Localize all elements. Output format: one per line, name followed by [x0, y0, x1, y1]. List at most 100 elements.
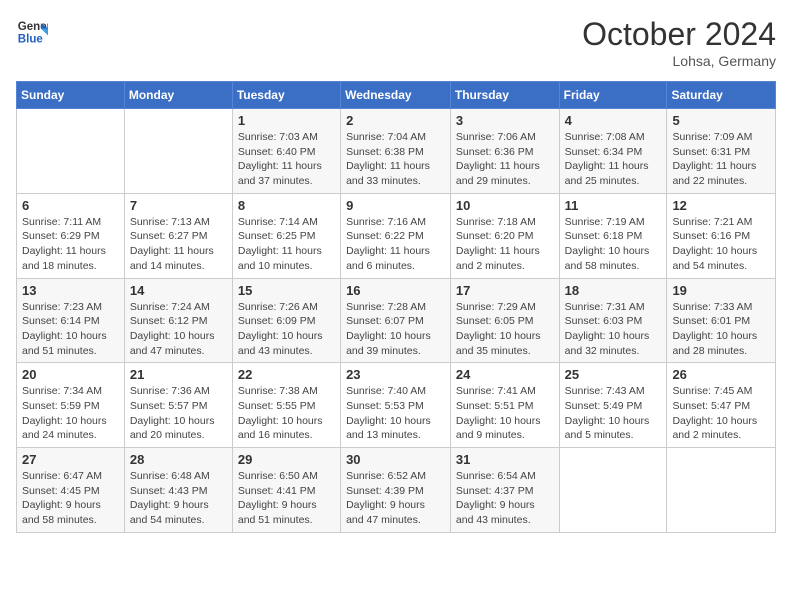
- weekday-header-saturday: Saturday: [667, 82, 776, 109]
- month-title: October 2024: [582, 16, 776, 53]
- svg-text:Blue: Blue: [18, 34, 44, 46]
- calendar-cell: 8 Sunrise: 7:14 AM Sunset: 6:25 PM Daylig…: [232, 193, 340, 278]
- day-info: Sunrise: 7:16 AM Sunset: 6:22 PM Dayligh…: [346, 215, 445, 274]
- day-info: Sunrise: 7:34 AM Sunset: 5:59 PM Dayligh…: [22, 384, 119, 443]
- calendar-cell: 2 Sunrise: 7:04 AM Sunset: 6:38 PM Daylig…: [341, 109, 451, 194]
- calendar-cell: 12Sunrise: 7:21 AM Sunset: 6:16 PM Dayli…: [667, 193, 776, 278]
- calendar-cell: [559, 448, 667, 533]
- day-info: Sunrise: 7:40 AM Sunset: 5:53 PM Dayligh…: [346, 384, 445, 443]
- day-info: Sunrise: 6:54 AM Sunset: 4:37 PM Dayligh…: [456, 469, 554, 528]
- day-info: Sunrise: 7:08 AM Sunset: 6:34 PM Dayligh…: [565, 130, 662, 189]
- day-info: Sunrise: 7:13 AM Sunset: 6:27 PM Dayligh…: [130, 215, 227, 274]
- calendar-cell: 24 Sunrise: 7:41 AM Sunset: 5:51 PM Dayli…: [450, 363, 559, 448]
- day-info: Sunrise: 7:04 AM Sunset: 6:38 PM Dayligh…: [346, 130, 445, 189]
- day-info: Sunrise: 7:41 AM Sunset: 5:51 PM Dayligh…: [456, 384, 554, 443]
- calendar-cell: 18Sunrise: 7:31 AM Sunset: 6:03 PM Dayli…: [559, 278, 667, 363]
- calendar-cell: 11Sunrise: 7:19 AM Sunset: 6:18 PM Dayli…: [559, 193, 667, 278]
- day-number: 24: [456, 367, 554, 382]
- day-number: 31: [456, 452, 554, 467]
- day-info: Sunrise: 6:48 AM Sunset: 4:43 PM Dayligh…: [130, 469, 227, 528]
- calendar-cell: [17, 109, 125, 194]
- calendar-table: SundayMondayTuesdayWednesdayThursdayFrid…: [16, 81, 776, 533]
- day-number: 8: [238, 198, 335, 213]
- title-section: October 2024 Lohsa, Germany: [582, 16, 776, 69]
- weekday-header-monday: Monday: [124, 82, 232, 109]
- day-number: 4: [565, 113, 662, 128]
- calendar-cell: 10 Sunrise: 7:18 AM Sunset: 6:20 PM Dayli…: [450, 193, 559, 278]
- calendar-cell: 19 Sunrise: 7:33 AM Sunset: 6:01 PM Dayli…: [667, 278, 776, 363]
- day-info: Sunrise: 7:03 AM Sunset: 6:40 PM Dayligh…: [238, 130, 335, 189]
- calendar-cell: 3 Sunrise: 7:06 AM Sunset: 6:36 PM Daylig…: [450, 109, 559, 194]
- day-info: Sunrise: 7:43 AM Sunset: 5:49 PM Dayligh…: [565, 384, 662, 443]
- day-number: 14: [130, 283, 227, 298]
- day-number: 3: [456, 113, 554, 128]
- day-number: 19: [672, 283, 770, 298]
- weekday-header-row: SundayMondayTuesdayWednesdayThursdayFrid…: [17, 82, 776, 109]
- day-info: Sunrise: 7:45 AM Sunset: 5:47 PM Dayligh…: [672, 384, 770, 443]
- day-number: 18: [565, 283, 662, 298]
- day-info: Sunrise: 6:50 AM Sunset: 4:41 PM Dayligh…: [238, 469, 335, 528]
- day-number: 16: [346, 283, 445, 298]
- calendar-cell: 21 Sunrise: 7:36 AM Sunset: 5:57 PM Dayli…: [124, 363, 232, 448]
- calendar-header: SundayMondayTuesdayWednesdayThursdayFrid…: [17, 82, 776, 109]
- day-number: 25: [565, 367, 662, 382]
- calendar-cell: 27 Sunrise: 6:47 AM Sunset: 4:45 PM Dayli…: [17, 448, 125, 533]
- day-number: 12: [672, 198, 770, 213]
- day-number: 30: [346, 452, 445, 467]
- day-number: 17: [456, 283, 554, 298]
- day-number: 7: [130, 198, 227, 213]
- calendar-cell: 13Sunrise: 7:23 AM Sunset: 6:14 PM Dayli…: [17, 278, 125, 363]
- day-number: 29: [238, 452, 335, 467]
- day-number: 10: [456, 198, 554, 213]
- logo-icon: General Blue: [16, 16, 48, 48]
- day-info: Sunrise: 7:18 AM Sunset: 6:20 PM Dayligh…: [456, 215, 554, 274]
- day-info: Sunrise: 7:28 AM Sunset: 6:07 PM Dayligh…: [346, 300, 445, 359]
- calendar-week-5: 27 Sunrise: 6:47 AM Sunset: 4:45 PM Dayli…: [17, 448, 776, 533]
- calendar-cell: 25 Sunrise: 7:43 AM Sunset: 5:49 PM Dayli…: [559, 363, 667, 448]
- calendar-cell: 7 Sunrise: 7:13 AM Sunset: 6:27 PM Daylig…: [124, 193, 232, 278]
- day-number: 15: [238, 283, 335, 298]
- weekday-header-sunday: Sunday: [17, 82, 125, 109]
- calendar-cell: 30Sunrise: 6:52 AM Sunset: 4:39 PM Dayli…: [341, 448, 451, 533]
- day-number: 2: [346, 113, 445, 128]
- day-number: 21: [130, 367, 227, 382]
- calendar-cell: 26Sunrise: 7:45 AM Sunset: 5:47 PM Dayli…: [667, 363, 776, 448]
- calendar-cell: 6 Sunrise: 7:11 AM Sunset: 6:29 PM Daylig…: [17, 193, 125, 278]
- calendar-cell: 9Sunrise: 7:16 AM Sunset: 6:22 PM Daylig…: [341, 193, 451, 278]
- calendar-cell: 23 Sunrise: 7:40 AM Sunset: 5:53 PM Dayli…: [341, 363, 451, 448]
- calendar-week-2: 6 Sunrise: 7:11 AM Sunset: 6:29 PM Daylig…: [17, 193, 776, 278]
- calendar-cell: 1Sunrise: 7:03 AM Sunset: 6:40 PM Daylig…: [232, 109, 340, 194]
- day-info: Sunrise: 6:47 AM Sunset: 4:45 PM Dayligh…: [22, 469, 119, 528]
- calendar-cell: 20 Sunrise: 7:34 AM Sunset: 5:59 PM Dayli…: [17, 363, 125, 448]
- day-info: Sunrise: 7:14 AM Sunset: 6:25 PM Dayligh…: [238, 215, 335, 274]
- location-subtitle: Lohsa, Germany: [582, 53, 776, 69]
- day-number: 13: [22, 283, 119, 298]
- calendar-cell: 5Sunrise: 7:09 AM Sunset: 6:31 PM Daylig…: [667, 109, 776, 194]
- calendar-cell: 4 Sunrise: 7:08 AM Sunset: 6:34 PM Daylig…: [559, 109, 667, 194]
- calendar-cell: 15Sunrise: 7:26 AM Sunset: 6:09 PM Dayli…: [232, 278, 340, 363]
- logo: General Blue: [16, 16, 48, 48]
- day-number: 27: [22, 452, 119, 467]
- calendar-body: 1Sunrise: 7:03 AM Sunset: 6:40 PM Daylig…: [17, 109, 776, 533]
- calendar-cell: 17 Sunrise: 7:29 AM Sunset: 6:05 PM Dayli…: [450, 278, 559, 363]
- day-info: Sunrise: 7:36 AM Sunset: 5:57 PM Dayligh…: [130, 384, 227, 443]
- day-info: Sunrise: 7:38 AM Sunset: 5:55 PM Dayligh…: [238, 384, 335, 443]
- calendar-cell: [667, 448, 776, 533]
- weekday-header-tuesday: Tuesday: [232, 82, 340, 109]
- calendar-cell: [124, 109, 232, 194]
- weekday-header-wednesday: Wednesday: [341, 82, 451, 109]
- day-info: Sunrise: 7:06 AM Sunset: 6:36 PM Dayligh…: [456, 130, 554, 189]
- day-number: 6: [22, 198, 119, 213]
- day-info: Sunrise: 7:29 AM Sunset: 6:05 PM Dayligh…: [456, 300, 554, 359]
- day-info: Sunrise: 7:24 AM Sunset: 6:12 PM Dayligh…: [130, 300, 227, 359]
- day-number: 23: [346, 367, 445, 382]
- day-number: 20: [22, 367, 119, 382]
- day-info: Sunrise: 7:33 AM Sunset: 6:01 PM Dayligh…: [672, 300, 770, 359]
- calendar-week-1: 1Sunrise: 7:03 AM Sunset: 6:40 PM Daylig…: [17, 109, 776, 194]
- page-header: General Blue October 2024 Lohsa, Germany: [16, 16, 776, 69]
- calendar-week-4: 20 Sunrise: 7:34 AM Sunset: 5:59 PM Dayli…: [17, 363, 776, 448]
- weekday-header-friday: Friday: [559, 82, 667, 109]
- weekday-header-thursday: Thursday: [450, 82, 559, 109]
- day-info: Sunrise: 7:11 AM Sunset: 6:29 PM Dayligh…: [22, 215, 119, 274]
- day-number: 22: [238, 367, 335, 382]
